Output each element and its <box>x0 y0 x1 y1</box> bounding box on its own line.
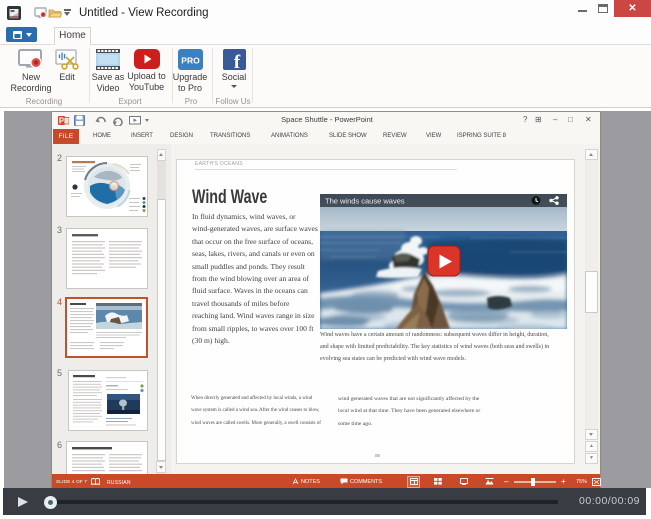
svg-text:PRO: PRO <box>181 56 200 66</box>
svg-text:The winds cause waves: The winds cause waves <box>325 197 405 206</box>
svg-text:f: f <box>233 52 240 70</box>
